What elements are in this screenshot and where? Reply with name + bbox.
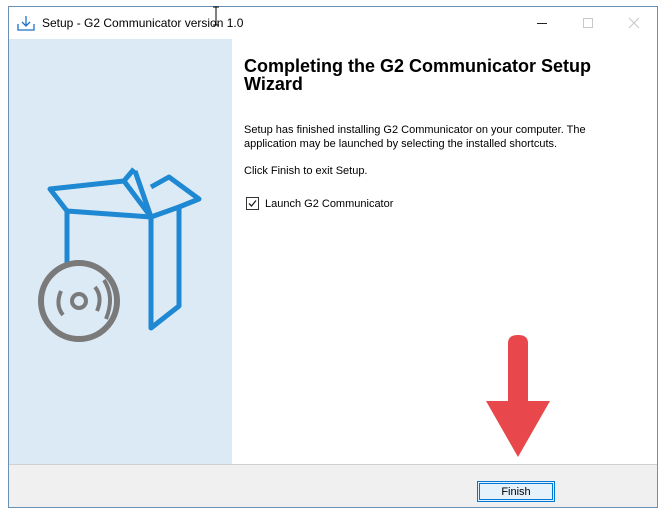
- setup-window: Setup - G2 Communicator version 1.0 Comp…: [8, 6, 658, 508]
- minimize-icon: [537, 23, 547, 24]
- completion-description: Setup has finished installing G2 Communi…: [244, 124, 586, 150]
- finish-instruction: Click Finish to exit Setup.: [244, 165, 368, 177]
- minimize-button[interactable]: [519, 7, 565, 39]
- close-button[interactable]: [611, 7, 657, 39]
- launch-checkbox[interactable]: [246, 197, 259, 210]
- wizard-content: Completing the G2 Communicator Setup Wiz…: [232, 39, 657, 464]
- finish-button[interactable]: Finish: [477, 481, 555, 502]
- wizard-footer: Finish: [9, 464, 657, 507]
- wizard-sidebar-image: [9, 39, 232, 464]
- installer-download-icon: [17, 15, 35, 31]
- close-icon: [628, 17, 640, 29]
- text-cursor-icon: [213, 6, 219, 26]
- page-title: Completing the G2 Communicator Setup Wiz…: [244, 56, 592, 94]
- red-down-arrow-icon: [486, 335, 550, 457]
- maximize-button[interactable]: [565, 7, 611, 39]
- launch-checkbox-label[interactable]: Launch G2 Communicator: [265, 198, 393, 210]
- checkmark-icon: [248, 200, 257, 207]
- launch-checkbox-row[interactable]: Launch G2 Communicator: [246, 197, 393, 210]
- maximize-icon: [583, 18, 593, 28]
- title-bar[interactable]: Setup - G2 Communicator version 1.0: [9, 7, 657, 39]
- box-with-disc-icon: [38, 167, 202, 342]
